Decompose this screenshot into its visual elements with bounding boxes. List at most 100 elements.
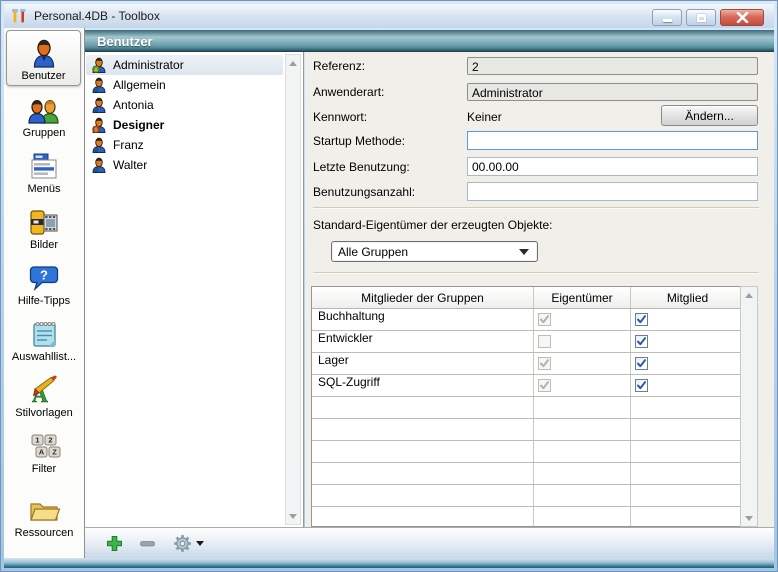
sidebar-item-label: Auswahllist... [12, 351, 76, 363]
add-user-button[interactable] [103, 532, 125, 554]
sidebar-item-gruppen[interactable]: Gruppen [4, 86, 84, 142]
svg-text:?: ? [40, 268, 48, 283]
gear-icon [173, 534, 192, 553]
kennwort-value: Keiner [467, 110, 502, 124]
group-name: Buchhaltung [312, 305, 385, 323]
anwenderart-field: Administrator [467, 83, 758, 101]
sidebar-item-filter[interactable]: 12 AZ Filter [4, 422, 84, 478]
scroll-down-icon[interactable] [742, 510, 756, 526]
checkbox [538, 313, 551, 326]
table-header-cell[interactable]: Mitglied [631, 287, 744, 308]
user-icon [91, 157, 107, 173]
minimize-button[interactable] [652, 9, 682, 26]
user-detail-panel: Referenz: 2 Anwenderart: Administrator K… [305, 52, 774, 527]
user-name: Allgemein [113, 78, 166, 92]
user-icon: A [91, 57, 107, 73]
sidebar-item-label: Stilvorlagen [15, 407, 72, 419]
user-list-item[interactable]: A Administrator [86, 55, 283, 75]
user-name: Antonia [113, 98, 154, 112]
checkbox[interactable] [635, 335, 648, 348]
film-icon [27, 206, 61, 238]
owner-group-dropdown[interactable]: Alle Gruppen [331, 241, 538, 262]
sidebar-item-label: Hilfe-Tipps [18, 295, 70, 307]
benutzungsanzahl-label: Benutzungsanzahl: [313, 185, 415, 199]
close-button[interactable] [720, 9, 764, 26]
letzte-benutzung-input[interactable] [467, 157, 758, 176]
startup-methode-label: Startup Methode: [313, 134, 405, 148]
user-list-item[interactable]: Allgemein [86, 75, 283, 95]
table-row[interactable]: Buchhaltung [312, 309, 744, 331]
referenz-label: Referenz: [313, 59, 365, 73]
sidebar-item-hilfe-tipps[interactable]: ? Hilfe-Tipps [4, 254, 84, 310]
scroll-up-icon[interactable] [286, 55, 300, 71]
plus-icon [106, 535, 123, 552]
table-header-cell[interactable]: Eigentümer [534, 287, 631, 308]
sidebar-item-label: Gruppen [23, 127, 66, 139]
menu-icon [27, 150, 61, 182]
close-icon [736, 12, 749, 23]
svg-text:A: A [39, 448, 45, 457]
title-bar[interactable]: Personal.4DB - Toolbox [4, 4, 774, 28]
separator [313, 272, 759, 274]
user-icon [91, 137, 107, 153]
table-row-empty [312, 419, 744, 441]
sidebar-item-label: Bilder [30, 239, 58, 251]
app-toolbox-icon [10, 7, 28, 25]
scroll-up-icon[interactable] [742, 287, 756, 303]
minimize-icon [663, 19, 672, 22]
sidebar-item-label: Benutzer [21, 70, 65, 82]
user-list-item[interactable]: Walter [86, 155, 283, 175]
svg-text:Z: Z [52, 448, 57, 457]
change-password-button[interactable]: Ändern... [661, 105, 758, 126]
owner-group-value: Alle Gruppen [338, 245, 519, 259]
startup-methode-input[interactable] [467, 131, 758, 150]
table-row-empty [312, 507, 744, 527]
keys-icon: 12 AZ [27, 430, 61, 462]
user-name: Designer [113, 118, 164, 132]
user-list-item[interactable]: Franz [86, 135, 283, 155]
user-list-panel: A Administrator Allgemein Antonia S Desi… [85, 52, 304, 527]
table-scrollbar[interactable] [740, 286, 758, 527]
sidebar-item-ressourcen[interactable]: Ressourcen [4, 486, 84, 542]
user-name: Franz [113, 138, 144, 152]
table-row-empty [312, 485, 744, 507]
group-name: Lager [312, 349, 349, 367]
restore-icon [697, 14, 706, 22]
sidebar-item-label: Filter [32, 463, 56, 475]
list-toolbar [85, 527, 774, 558]
table-row[interactable]: Entwickler [312, 331, 744, 353]
sidebar-item-auswahllist-[interactable]: Auswahllist... [4, 310, 84, 366]
section-header: Benutzer [85, 30, 774, 52]
user-list-item[interactable]: S Designer [86, 115, 283, 135]
user-list-scrollbar[interactable] [285, 54, 301, 525]
svg-text:2: 2 [48, 436, 52, 445]
checkbox[interactable] [635, 379, 648, 392]
table-row-empty [312, 463, 744, 485]
sidebar-item-menüs[interactable]: Menüs [4, 142, 84, 198]
remove-user-button[interactable] [136, 532, 158, 554]
benutzungsanzahl-input[interactable] [467, 182, 758, 201]
settings-menu-button[interactable] [171, 532, 193, 554]
checkbox [538, 379, 551, 392]
sidebar-item-bilder[interactable]: Bilder [4, 198, 84, 254]
separator [313, 207, 759, 209]
minus-icon [139, 535, 156, 552]
checkbox[interactable] [635, 313, 648, 326]
restore-button[interactable] [686, 9, 716, 26]
category-sidebar: Benutzer Gruppen Menüs Bilder ? Hilfe-Ti… [4, 28, 85, 558]
sidebar-item-benutzer[interactable]: Benutzer [6, 30, 81, 86]
settings-chevron-down-icon[interactable] [196, 541, 204, 546]
table-row[interactable]: SQL-Zugriff [312, 375, 744, 397]
help-bubble-icon: ? [27, 262, 61, 294]
folder-icon [27, 494, 61, 526]
group-icon [27, 94, 61, 126]
sidebar-item-stilvorlagen[interactable]: A Stilvorlagen [4, 366, 84, 422]
checkbox[interactable] [635, 357, 648, 370]
scroll-down-icon[interactable] [286, 508, 300, 524]
toolbox-window: Personal.4DB - Toolbox Benutzer Gruppen [0, 0, 778, 572]
user-icon [91, 97, 107, 113]
user-list-item[interactable]: Antonia [86, 95, 283, 115]
user-icon: S [91, 117, 107, 133]
group-name: SQL-Zugriff [312, 371, 380, 389]
checkbox [538, 357, 551, 370]
